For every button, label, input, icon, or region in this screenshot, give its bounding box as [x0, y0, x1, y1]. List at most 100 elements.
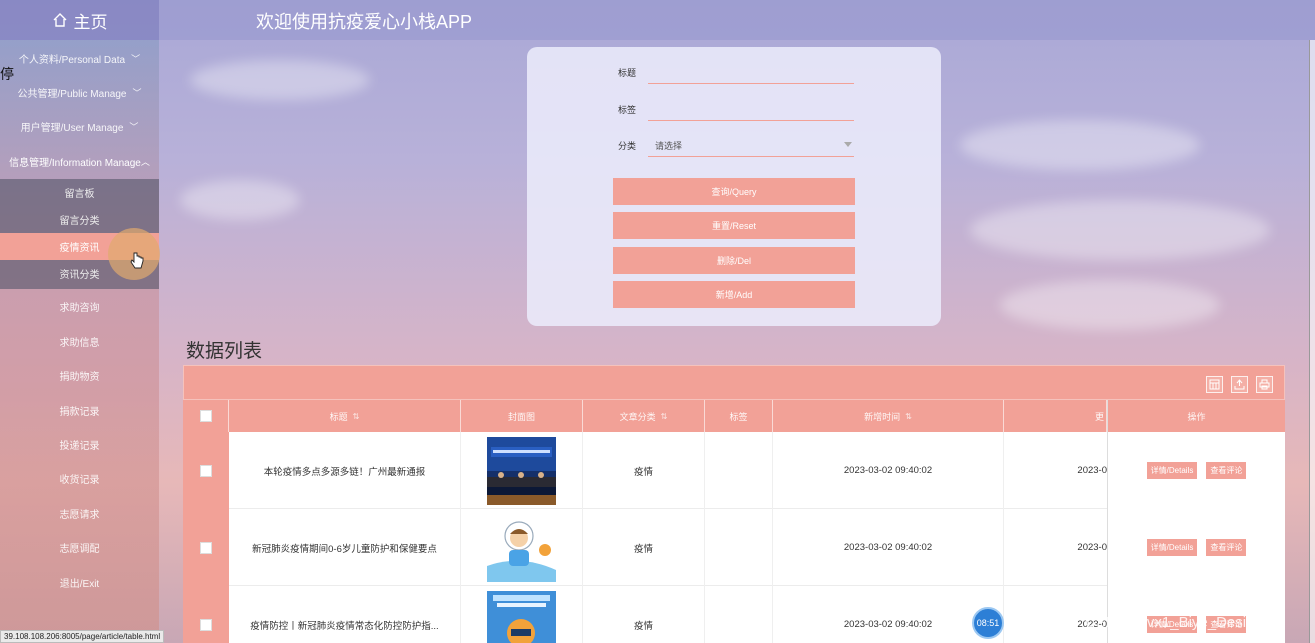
column-label: 新增时间 — [864, 411, 901, 422]
category-select-underline — [648, 156, 854, 157]
sidebar-item-help-consult[interactable]: 求助咨询 — [0, 289, 159, 323]
row-cover[interactable] — [461, 586, 583, 643]
add-button[interactable]: 新增/Add — [613, 281, 855, 308]
column-header-cover: 封面图 — [461, 400, 583, 432]
sidebar-group-label: 信息管理/Information Manage — [9, 157, 141, 169]
sort-icon: ⇅ — [905, 411, 912, 421]
cover-image-press-conference — [487, 436, 556, 505]
select-all-cell — [183, 400, 229, 432]
column-header-ops: 操作 — [1107, 400, 1285, 432]
tag-input[interactable] — [648, 120, 854, 121]
column-label: 封面图 — [507, 411, 535, 422]
select-all-checkbox[interactable] — [199, 410, 212, 422]
title-label: 标题 — [618, 68, 637, 78]
tag-label: 标签 — [618, 105, 637, 115]
export-button[interactable] — [1231, 376, 1248, 393]
table-header: 标题 ⇅ 封面图 文章分类 ⇅ 标签 新增时间 ⇅ 更 操作 — [183, 400, 1285, 432]
category-select[interactable]: 请选择 — [655, 139, 682, 152]
sidebar-group-label: 公共管理/Public Manage — [17, 88, 127, 100]
column-header-title[interactable]: 标题 ⇅ — [229, 400, 461, 432]
watermark: CSDN @vx1_Biye_Design — [1085, 614, 1263, 631]
app-title: 欢迎使用抗疫爱心小栈APP — [256, 12, 473, 32]
row-cover[interactable] — [461, 509, 583, 586]
print-button[interactable] — [1256, 376, 1273, 393]
sidebar-item-donation-records[interactable]: 捐款记录 — [0, 393, 159, 427]
query-button[interactable]: 查询/Query — [613, 178, 855, 205]
columns-toggle-button[interactable] — [1206, 376, 1223, 393]
home-icon — [53, 13, 66, 27]
row-cover[interactable] — [461, 432, 583, 509]
sidebar-item-help-info[interactable]: 求助信息 — [0, 324, 159, 358]
row-category: 疫情 — [583, 432, 705, 509]
list-title: 数据列表 — [186, 341, 263, 362]
title-input[interactable] — [648, 83, 854, 84]
sidebar-item-volunteer-request[interactable]: 志愿请求 — [0, 496, 159, 530]
table-row: 新冠肺炎疫情期间0-6岁儿童防护和保健要点 疫情 2023-03-02 09:4… — [183, 509, 1285, 586]
top-bar: 主页 欢迎使用抗疫爱心小栈APP — [0, 0, 1315, 40]
row-select-cell — [183, 509, 229, 586]
reset-button[interactable]: 重置/Reset — [613, 212, 855, 239]
row-actions: 详情/Details 查看评论 — [1107, 432, 1285, 509]
sidebar-group-user-manage[interactable]: 用户管理/User Manage ﹀ — [0, 109, 159, 143]
chevron-down-icon: ﹀ — [132, 87, 142, 98]
column-label: 更 — [1094, 411, 1104, 422]
home-link[interactable]: 主页 — [0, 0, 159, 40]
sidebar: 个人资料/Personal Data ﹀ 公共管理/Public Manage … — [0, 40, 159, 643]
sidebar-group-information-manage[interactable]: 信息管理/Information Manage ︿ — [0, 144, 159, 178]
column-header-tag: 标签 — [705, 400, 773, 432]
sidebar-group-label: 个人资料/Personal Data — [18, 54, 126, 66]
sidebar-group-personal-data[interactable]: 个人资料/Personal Data ﹀ — [0, 41, 159, 75]
sidebar-item-receipt-records[interactable]: 收货记录 — [0, 461, 159, 495]
row-created: 2023-03-02 09:40:02 — [773, 586, 1004, 643]
table-toolbar — [183, 365, 1285, 400]
sidebar-item-delivery-records[interactable]: 投递记录 — [0, 427, 159, 461]
data-table: 标题 ⇅ 封面图 文章分类 ⇅ 标签 新增时间 ⇅ 更 操作 本轮疫情多点多源多链！广… — [183, 365, 1285, 643]
row-checkbox[interactable] — [200, 618, 212, 631]
column-header-category[interactable]: 文章分类 ⇅ — [583, 400, 705, 432]
view-comments-button[interactable]: 查看评论 — [1206, 462, 1247, 479]
search-panel: 标题 标签 分类 请选择 查询/Query 重置/Reset 删除/Del 新增… — [527, 47, 941, 326]
page-scrollbar[interactable] — [1309, 40, 1315, 643]
row-checkbox[interactable] — [200, 464, 212, 477]
row-actions: 详情/Details 查看评论 — [1107, 509, 1285, 586]
row-created: 2023-03-02 09:40:02 — [773, 432, 1004, 509]
sidebar-item-exit[interactable]: 退出/Exit — [0, 565, 159, 599]
row-title: 疫情防控丨新冠肺炎疫情常态化防控防护指... — [229, 586, 461, 643]
row-select-cell — [183, 432, 229, 509]
cover-image-prevention-poster — [487, 590, 556, 643]
row-created: 2023-03-02 09:40:02 — [773, 509, 1004, 586]
row-title: 新冠肺炎疫情期间0-6岁儿童防护和保健要点 — [229, 509, 461, 586]
row-updated: 2023-0 — [1077, 542, 1107, 553]
sort-icon: ⇅ — [352, 411, 360, 421]
clock-badge: 08:51 — [972, 607, 1004, 639]
view-comments-button[interactable]: 查看评论 — [1206, 539, 1247, 556]
sidebar-item-message-board[interactable]: 留言板 — [0, 179, 159, 206]
column-label: 标题 — [329, 411, 348, 422]
delete-button[interactable]: 删除/Del — [613, 247, 855, 274]
chevron-down-icon: ﹀ — [131, 53, 141, 64]
table-row: 本轮疫情多点多源多链！广州最新通报 疫情 2023-03-02 09:40:02… — [183, 432, 1285, 509]
sidebar-item-volunteer-allocation[interactable]: 志愿调配 — [0, 530, 159, 564]
sidebar-group-public-manage[interactable]: 公共管理/Public Manage ﹀ — [0, 75, 159, 109]
column-label: 文章分类 — [619, 411, 656, 422]
column-header-created[interactable]: 新增时间 ⇅ — [773, 400, 1004, 432]
row-category: 疫情 — [583, 586, 705, 643]
sort-icon: ⇅ — [660, 411, 668, 421]
row-title: 本轮疫情多点多源多链！广州最新通报 — [229, 432, 461, 509]
caret-down-icon — [844, 142, 852, 147]
details-button[interactable]: 详情/Details — [1146, 462, 1198, 479]
row-checkbox[interactable] — [200, 541, 212, 554]
home-label: 主页 — [73, 12, 108, 32]
details-button[interactable]: 详情/Details — [1146, 539, 1198, 556]
status-bar-url: 39.108.108.206:8005/page/article/table.h… — [0, 630, 165, 643]
row-updated: 2023-0 — [1077, 465, 1107, 476]
chevron-down-icon: ﹀ — [129, 121, 139, 132]
row-category: 疫情 — [583, 509, 705, 586]
row-tag — [705, 432, 773, 509]
column-label: 标签 — [729, 411, 748, 422]
row-tag — [705, 586, 773, 643]
sidebar-item-donated-goods[interactable]: 捐助物资 — [0, 358, 159, 392]
edge-text: 停 — [0, 66, 14, 82]
column-header-updated[interactable]: 更 — [1004, 400, 1107, 432]
hand-cursor-icon — [130, 252, 144, 269]
